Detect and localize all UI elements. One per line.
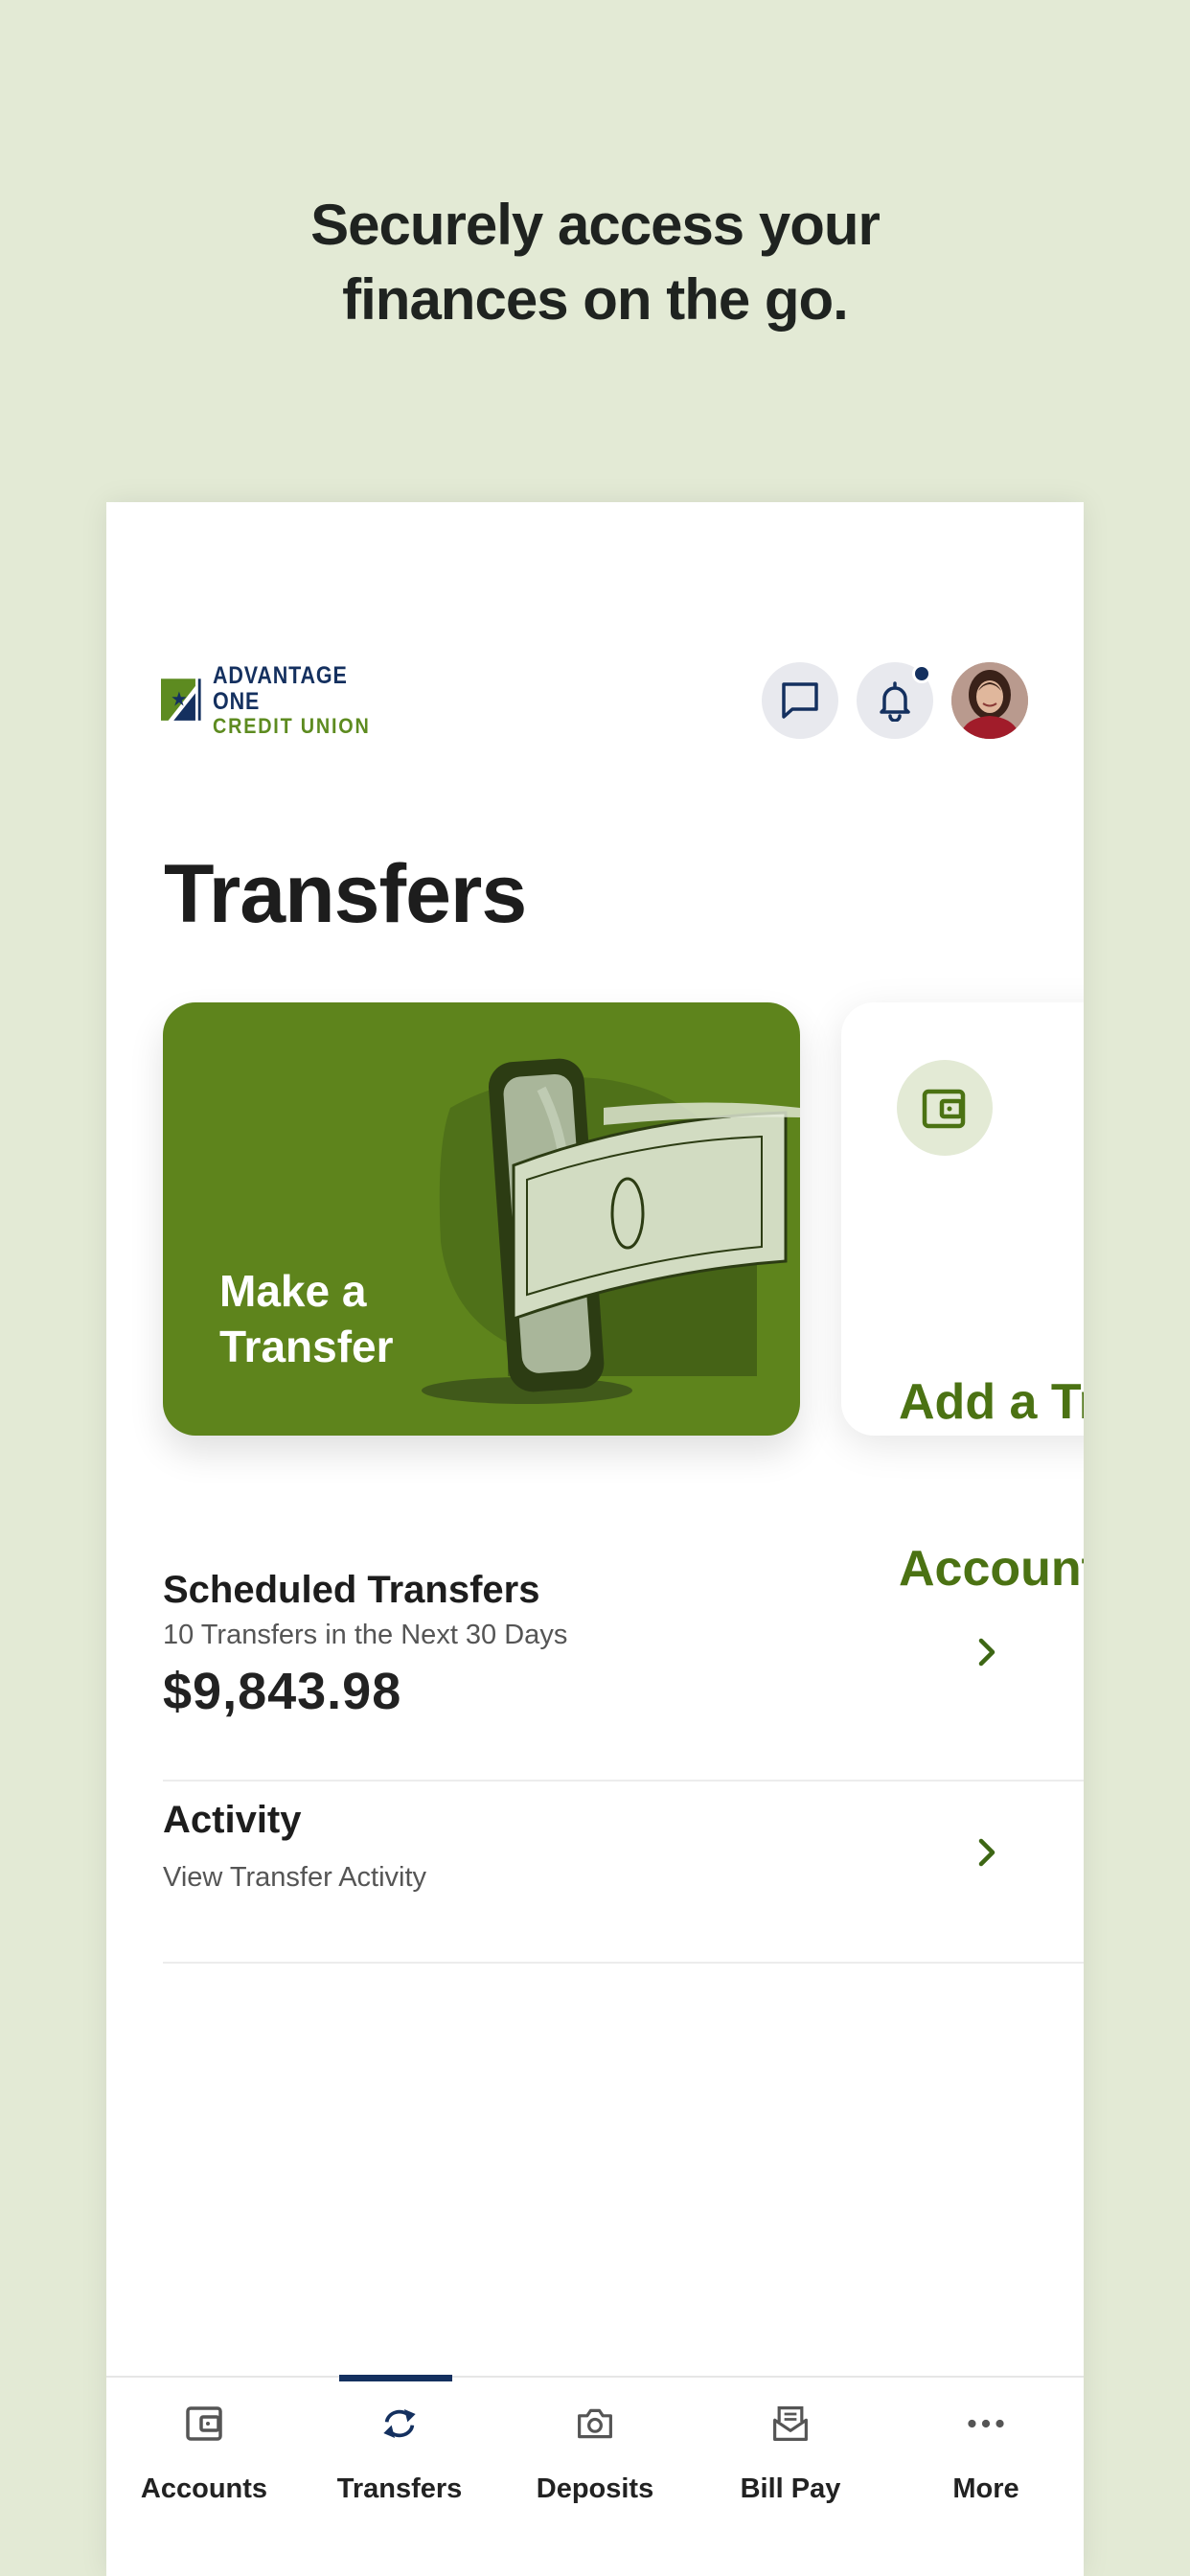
nav-bill-pay-label: Bill Pay [740,2473,841,2504]
chat-icon [782,682,818,719]
wallet-icon-badge [897,1060,993,1156]
nav-transfers[interactable]: Transfers [302,2378,497,2576]
page-title: Transfers [164,848,527,940]
nav-deposits-label: Deposits [536,2473,654,2504]
activity-subtitle: View Transfer Activity [163,1862,427,1893]
tagline-line-1: Securely access your [310,193,881,257]
tagline: Securely access your finances on the go. [0,188,1190,337]
scheduled-transfers-subtitle: 10 Transfers in the Next 30 Days [163,1620,568,1650]
nav-accounts-label: Accounts [140,2473,268,2504]
tagline-line-2: finances on the go. [342,267,849,332]
app-screen: ADVANTAGE ONE CREDIT UNION Transfers Mak… [106,502,1084,2576]
avatar-image [951,662,1028,739]
nav-accounts[interactable]: Accounts [106,2378,302,2576]
add-transfer-account-card[interactable]: Add a Tr Account [841,1002,1084,1597]
activity-row[interactable]: Activity View Transfer Activity [163,1782,1084,1964]
transfer-icon [383,2409,416,2438]
logo-mark-icon [161,678,201,721]
activity-title: Activity [163,1799,302,1841]
scheduled-transfers-amount: $9,843.98 [163,1663,402,1720]
nav-transfers-label: Transfers [336,2473,463,2504]
bell-icon [880,681,910,722]
bottom-nav: Accounts Transfers Deposits Bill Pay Mor… [106,2375,1084,2576]
nav-more-label: More [952,2473,1019,2504]
brand-logo: ADVANTAGE ONE CREDIT UNION [161,663,420,738]
chevron-right-icon [978,1838,995,1867]
wallet-icon [922,1089,966,1129]
scheduled-transfers-title: Scheduled Transfers [163,1569,540,1611]
messages-button[interactable] [762,662,838,739]
bill-icon [773,2406,808,2441]
nav-deposits[interactable]: Deposits [497,2378,693,2576]
brand-name-line-1: ADVANTAGE ONE [212,662,348,715]
camera-icon [578,2408,612,2439]
brand-name-line-2: CREDIT UNION [212,714,371,738]
make-transfer-label: Make a Transfer [219,1263,394,1374]
more-icon [968,2419,1004,2428]
make-transfer-card[interactable]: Make a Transfer [163,1002,800,1436]
nav-bill-pay[interactable]: Bill Pay [693,2378,888,2576]
notifications-button[interactable] [857,662,933,739]
scheduled-transfers-row[interactable]: Scheduled Transfers 10 Transfers in the … [163,1566,1084,1782]
chevron-right-icon [978,1638,995,1667]
notification-dot [912,664,931,683]
make-transfer-label-line-2: Transfer [219,1322,394,1371]
make-transfer-label-line-1: Make a [219,1266,367,1316]
avatar[interactable] [951,662,1028,739]
add-account-label-line-1: Add a Tr [899,1374,1084,1430]
nav-more[interactable]: More [888,2378,1084,2576]
wallet-icon [186,2406,222,2441]
